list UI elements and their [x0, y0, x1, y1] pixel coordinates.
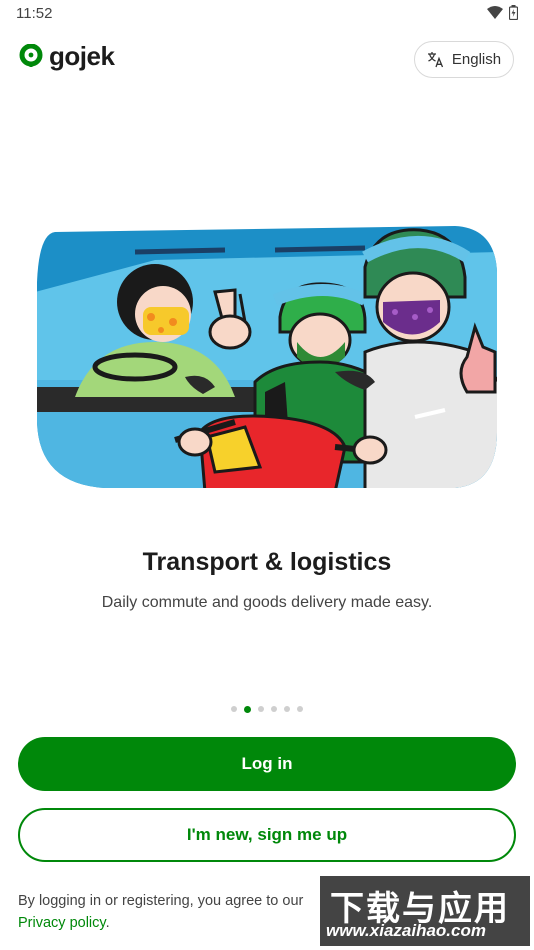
page-indicator	[0, 705, 534, 713]
status-icons	[487, 5, 518, 20]
signup-button-label: I'm new, sign me up	[186, 825, 348, 844]
logo-text: gojek	[49, 41, 115, 71]
privacy-policy-link[interactable]: Privacy policy	[18, 915, 106, 931]
gojek-logo: gojek	[19, 41, 115, 71]
watermark: 下载与应用 www.xiazaihao.com	[320, 876, 530, 946]
gojek-logo-icon	[19, 44, 43, 67]
page-dot-2-active	[244, 705, 251, 713]
legal-prefix: By logging in or registering, you agree …	[18, 893, 304, 909]
legal-suffix: .	[105, 915, 110, 931]
onboarding-title: Transport & logistics	[142, 548, 392, 576]
hero-illustration	[37, 226, 497, 488]
signup-button[interactable]: I'm new, sign me up	[18, 808, 516, 862]
login-button-label: Log in	[241, 754, 293, 773]
status-bar: 11:52	[0, 0, 534, 28]
login-button[interactable]: Log in	[18, 737, 516, 791]
page-dot-1	[231, 706, 237, 712]
language-button[interactable]: English	[414, 41, 514, 78]
page-dot-3	[258, 706, 264, 712]
page-dot-4	[271, 706, 277, 712]
watermark-bottom: www.xiazaihao.com	[326, 921, 486, 940]
wifi-icon	[487, 5, 503, 19]
translate-icon	[427, 52, 443, 68]
status-time: 11:52	[16, 5, 53, 22]
page-dot-6	[297, 706, 303, 712]
page-dot-5	[284, 706, 290, 712]
onboarding-subtitle: Daily commute and goods delivery made ea…	[101, 594, 433, 611]
language-label: English	[451, 51, 502, 68]
battery-icon	[509, 5, 518, 20]
